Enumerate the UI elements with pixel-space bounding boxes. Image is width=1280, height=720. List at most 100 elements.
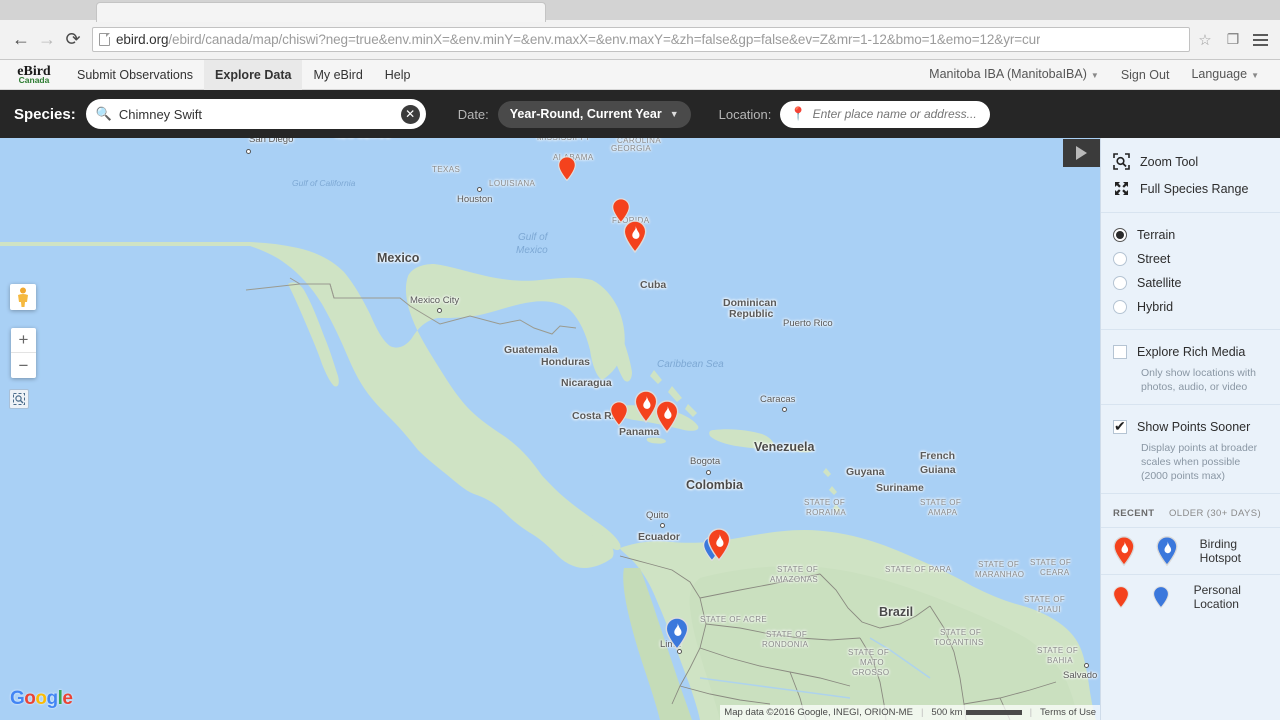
legend-row-birding-hotspot: Birding Hotspot [1101,527,1280,574]
forward-arrow-icon[interactable]: → [34,27,60,53]
nav-link-explore-data[interactable]: Explore Data [204,59,303,90]
legend-label-personal-location: Personal Location [1193,583,1241,611]
url-path: /ebird/canada/map/chiswi?neg=true&env.mi… [168,32,1041,47]
date-range-dropdown[interactable]: Year-Round, Current Year ▼ [497,100,691,128]
legend-col-older-text: OLDER [1169,508,1204,519]
explore-rich-media-help: Only show locations with photos, audio, … [1141,367,1256,393]
map-city-dot [782,407,787,412]
language-menu[interactable]: Language ▼ [1180,59,1270,91]
zoom-in-button[interactable]: + [11,328,36,353]
location-search-box[interactable]: 📍 [780,100,991,128]
location-label: Location: [718,106,772,122]
address-bar[interactable]: ebird.org/ebird/canada/map/chiswi?neg=tr… [92,27,1190,52]
zoom-tool-icon [1113,153,1130,170]
zoom-rectangle-icon[interactable] [9,389,29,409]
map-zoom-control: + − [11,328,36,378]
marker-costarica[interactable] [610,401,632,431]
radio-street[interactable] [1113,252,1127,266]
ebird-logo[interactable]: eBird Canada [10,64,58,85]
legend-label-birding-hotspot: Birding Hotspot [1199,537,1242,565]
panel-item-full-species-range[interactable]: Full Species Range [1101,175,1280,202]
browser-toolbar: ← → ⟳ ebird.org/ebird/canada/map/chiswi?… [0,20,1280,60]
chevron-down-icon: ▼ [1090,70,1099,80]
map-region: San DiegoNEW MEXICOTEXASMISSISSIPPIALABA… [0,138,1280,720]
account-menu[interactable]: Manitoba IBA (ManitobaIBA) ▼ [918,59,1110,91]
legend-row-personal-location: Personal Location [1101,574,1280,619]
basemap-option-satellite[interactable]: Satellite [1101,271,1280,295]
panel-basemap-section: Terrain Street Satellite Hybrid [1101,213,1280,330]
sign-out-link[interactable]: Sign Out [1110,60,1181,90]
extension-icon[interactable]: ❐ [1222,29,1244,51]
nav-link-help[interactable]: Help [374,60,422,90]
show-points-sooner-label: Show Points Sooner [1137,420,1251,434]
map-options-panel: Zoom Tool Full Species Range Terrain Str… [1100,138,1280,720]
panel-points-sooner-section: Show Points Sooner Display points at bro… [1101,405,1280,494]
radio-satellite[interactable] [1113,276,1127,290]
google-map[interactable]: San DiegoNEW MEXICOTEXASMISSISSIPPIALABA… [0,138,1280,720]
bookmark-star-icon[interactable]: ☆ [1196,31,1214,49]
map-scale-bar: 500 km [931,707,1022,718]
date-range-value: Year-Round, Current Year [509,107,662,121]
chevron-down-icon: ▼ [1251,70,1259,80]
legend-older-hotspot-pin [1156,536,1199,566]
legend-col-older: OLDER (30+ DAYS) [1169,508,1261,519]
browser-tab-active[interactable] [96,2,546,22]
zoom-out-button[interactable]: − [11,353,36,378]
map-city-dot [437,308,442,313]
basemap-satellite-label: Satellite [1137,276,1182,290]
back-arrow-icon[interactable]: ← [8,27,34,53]
legend-col-older-note: (30+ DAYS) [1206,508,1262,519]
marker-colombia-red[interactable] [707,528,731,561]
date-label: Date: [457,106,489,122]
url-text: ebird.org/ebird/canada/map/chiswi?neg=tr… [116,28,1041,51]
map-city-dot [1084,663,1089,668]
checkbox-explore-rich-media[interactable] [1113,345,1127,359]
basemap-option-hybrid[interactable]: Hybrid [1101,295,1280,319]
attribution-divider: | [1029,707,1033,718]
nav-link-my-ebird[interactable]: My eBird [302,60,373,90]
collapse-panel-arrow-icon[interactable] [1063,139,1100,167]
clear-x-icon[interactable]: ✕ [400,104,420,124]
map-legend: RECENT OLDER (30+ DAYS) Birding Hotspot [1101,494,1280,619]
terms-of-use-link[interactable]: Terms of Use [1040,707,1096,718]
marker-panama-east[interactable] [655,400,679,433]
legend-col-recent: RECENT [1113,508,1155,519]
language-label: Language [1191,66,1248,81]
map-search-toolbar: Species: 🔍 ✕ Date: Year-Round, Current Y… [0,90,1280,138]
legend-recent-hotspot-pin [1113,536,1156,566]
species-input[interactable] [118,106,401,122]
panel-item-zoom-tool[interactable]: Zoom Tool [1101,148,1280,175]
nav-link-submit-observations[interactable]: Submit Observations [66,60,204,90]
browser-chrome: ← → ⟳ ebird.org/ebird/canada/map/chiswi?… [0,0,1280,60]
map-city-dot [246,149,251,154]
species-label: Species: [14,105,76,123]
google-logo: Google [10,688,73,709]
page-document-icon [99,33,110,46]
marker-peru-lima[interactable] [665,617,689,650]
basemap-option-terrain[interactable]: Terrain [1101,223,1280,247]
radio-terrain[interactable] [1113,228,1127,242]
right-triangle-glyph [1076,146,1087,160]
basemap-option-street[interactable]: Street [1101,247,1280,271]
hamburger-menu-icon[interactable] [1248,33,1272,46]
marker-florida-south[interactable] [623,220,647,253]
checkbox-row-explore-rich-media[interactable]: Explore Rich Media [1101,340,1280,364]
radio-hybrid[interactable] [1113,300,1127,314]
street-view-pegman-icon[interactable] [10,284,36,310]
ebird-navbar: eBird Canada Submit Observations Explore… [0,59,1280,91]
basemap-hybrid-label: Hybrid [1137,300,1174,314]
checkbox-row-show-points-sooner[interactable]: Show Points Sooner [1101,415,1280,439]
reload-icon[interactable]: ⟳ [60,27,86,53]
species-search-box[interactable]: 🔍 ✕ [85,99,426,129]
map-data-attribution: Map data ©2016 Google, INEGI, ORION-ME [724,707,913,718]
location-input[interactable] [812,107,981,121]
marker-alabama[interactable] [558,156,580,186]
map-pin-icon: 📍 [790,106,807,121]
url-domain: ebird.org [116,32,169,47]
account-name: Manitoba IBA (ManitobaIBA) [929,66,1087,81]
map-city-dot [706,470,711,475]
marker-panama-west[interactable] [634,390,658,423]
legend-recent-personal-pin [1113,586,1153,608]
legend-older-personal-pin [1153,586,1193,608]
checkbox-show-points-sooner[interactable] [1113,418,1127,435]
